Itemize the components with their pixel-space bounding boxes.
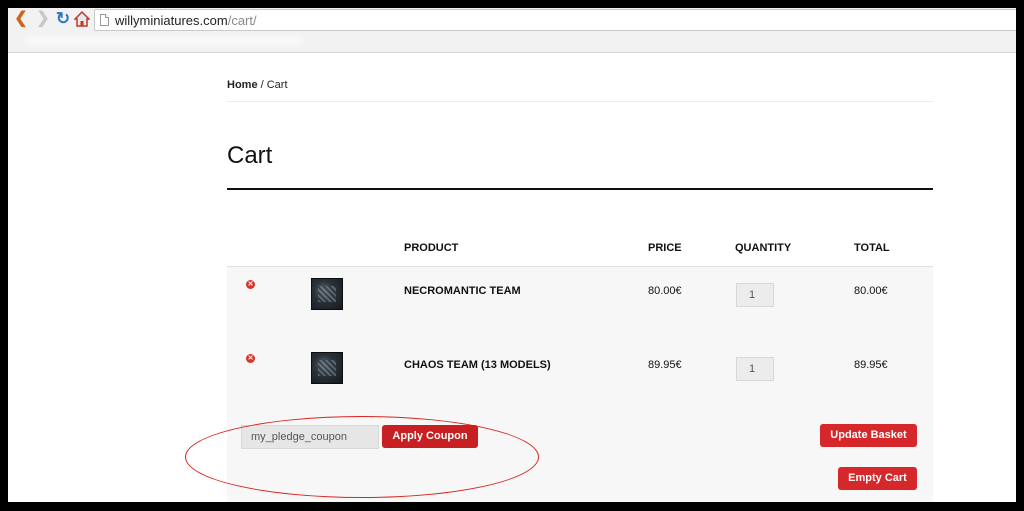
browser-window: ❮ ❯ ↻ willyminiatures.com/cart/ Home / C… xyxy=(8,8,1016,502)
product-name-link[interactable]: CHAOS TEAM (13 MODELS) xyxy=(404,359,551,371)
address-bar[interactable]: willyminiatures.com/cart/ xyxy=(94,9,1016,31)
annotation-ellipse xyxy=(185,416,539,498)
breadcrumb: Home / Cart xyxy=(227,79,288,91)
header-product: PRODUCT xyxy=(404,242,459,254)
product-thumbnail[interactable] xyxy=(311,278,343,310)
product-total: 89.95€ xyxy=(854,359,888,371)
header-price: PRICE xyxy=(648,242,682,254)
page-icon xyxy=(100,14,109,26)
table-row: ✕ CHAOS TEAM (13 MODELS) 89.95€ 1 89.95€ xyxy=(227,341,933,415)
divider xyxy=(227,101,933,102)
header-quantity: QUANTITY xyxy=(735,242,792,254)
blurred-bookmarks xyxy=(24,36,304,45)
browser-toolbar: ❮ ❯ ↻ willyminiatures.com/cart/ xyxy=(8,8,1016,53)
empty-cart-button[interactable]: Empty Cart xyxy=(838,467,917,490)
product-name-link[interactable]: NECROMANTIC TEAM xyxy=(404,285,521,297)
quantity-input[interactable]: 1 xyxy=(736,283,774,307)
breadcrumb-current: Cart xyxy=(266,79,288,91)
product-total: 80.00€ xyxy=(854,285,888,297)
url-domain: willyminiatures.com xyxy=(115,13,228,28)
back-arrow-icon[interactable]: ❮ xyxy=(12,10,30,28)
url-text: willyminiatures.com/cart/ xyxy=(115,13,257,28)
table-row: ✕ NECROMANTIC TEAM 80.00€ 1 80.00€ xyxy=(227,267,933,341)
forward-arrow-icon[interactable]: ❯ xyxy=(34,10,52,28)
header-total: TOTAL xyxy=(854,242,890,254)
breadcrumb-separator: / xyxy=(257,79,267,91)
quantity-input[interactable]: 1 xyxy=(736,357,774,381)
product-price: 80.00€ xyxy=(648,285,682,297)
reload-icon[interactable]: ↻ xyxy=(54,10,72,28)
home-icon[interactable] xyxy=(73,10,91,27)
product-price: 89.95€ xyxy=(648,359,682,371)
product-thumbnail[interactable] xyxy=(311,352,343,384)
url-path: /cart/ xyxy=(227,13,257,28)
remove-item-icon[interactable]: ✕ xyxy=(246,354,255,363)
page-title: Cart xyxy=(227,142,273,169)
breadcrumb-home-link[interactable]: Home xyxy=(227,79,258,91)
update-basket-button[interactable]: Update Basket xyxy=(820,424,917,447)
title-divider xyxy=(227,188,933,190)
remove-item-icon[interactable]: ✕ xyxy=(246,280,255,289)
